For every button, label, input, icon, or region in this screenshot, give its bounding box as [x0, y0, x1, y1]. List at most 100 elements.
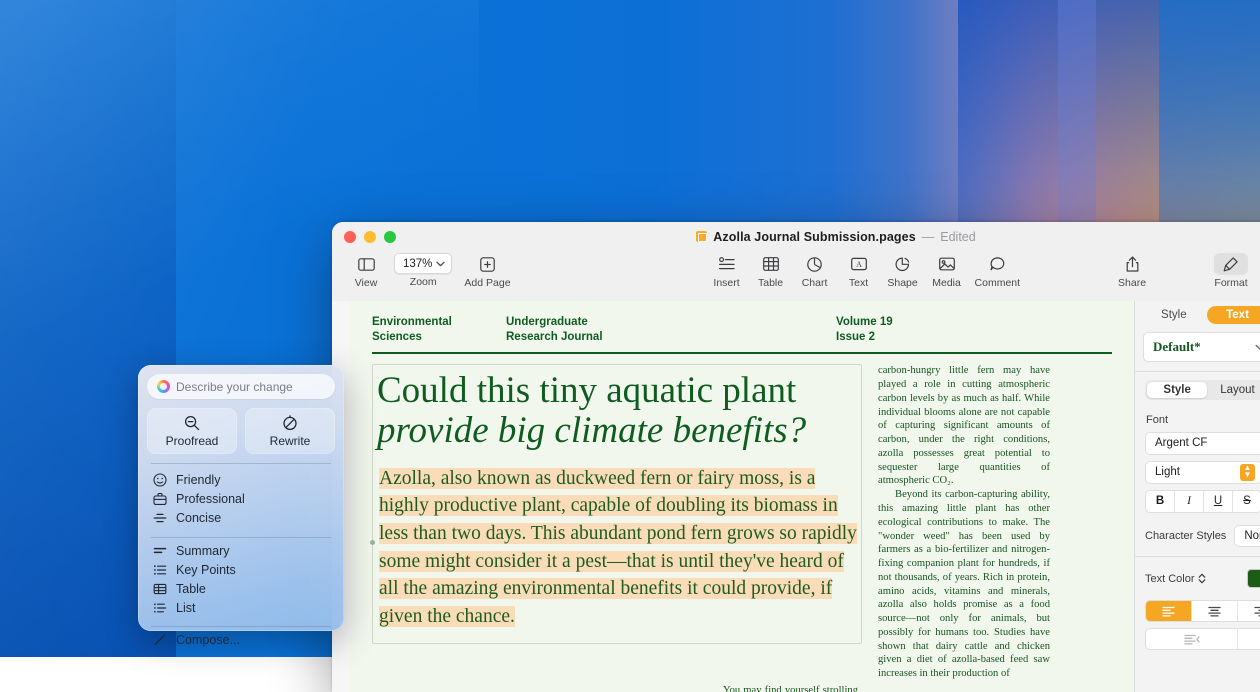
maximize-button[interactable] — [384, 231, 396, 243]
rewrite-label: Rewrite — [270, 434, 311, 448]
decrease-indent-button[interactable] — [1146, 629, 1238, 649]
font-weight-field[interactable]: Light ▲▼ — [1145, 461, 1260, 484]
headline-line-2: provide big climate benefits? — [377, 411, 859, 451]
divider — [151, 463, 331, 464]
close-button[interactable] — [344, 231, 356, 243]
comment-button[interactable]: Comment — [969, 253, 1027, 289]
concise-icon — [153, 511, 167, 525]
friendly-label: Friendly — [176, 473, 220, 487]
table-grid-icon — [153, 582, 167, 596]
insert-icon — [719, 253, 735, 275]
menu-item-summary[interactable]: Summary — [147, 541, 335, 560]
subtab-style[interactable]: Style — [1147, 382, 1207, 398]
chart-button[interactable]: Chart — [793, 253, 837, 289]
rewrite-button[interactable]: Rewrite — [245, 408, 335, 454]
font-family-field[interactable]: Argent CF ▲▼ — [1145, 432, 1260, 455]
zoom-pill[interactable]: 137% — [394, 253, 452, 274]
font-weight-size-row: Light ▲▼ 14.5 pt — [1135, 461, 1260, 484]
chevron-down-icon[interactable] — [1255, 344, 1260, 351]
subtab-layout[interactable]: Layout — [1207, 382, 1260, 398]
updown-chevron-icon[interactable] — [1198, 573, 1206, 584]
lede-text: Azolla, also known as duckweed fern or f… — [379, 468, 857, 627]
shape-label: Shape — [887, 277, 917, 289]
add-page-button[interactable]: Add Page — [458, 253, 516, 289]
character-styles-field[interactable]: None — [1234, 525, 1260, 547]
page-columns: Could this tiny aquatic plant provide bi… — [372, 364, 1112, 681]
toolbar-left-group: View 137% Zoom — [344, 253, 517, 289]
divider — [151, 626, 331, 627]
view-button[interactable]: View — [344, 253, 388, 289]
add-page-label: Add Page — [464, 277, 510, 289]
shape-button[interactable]: Shape — [881, 253, 925, 289]
character-styles-label: Character Styles — [1145, 530, 1226, 542]
align-right-button[interactable] — [1238, 601, 1260, 621]
menu-item-compose[interactable]: Compose... — [147, 631, 335, 650]
document-page[interactable]: Environmental Sciences Undergraduate Res… — [350, 301, 1134, 692]
text-color-row: Text Color — [1145, 569, 1260, 588]
svg-text:A: A — [856, 260, 862, 269]
left-column: Could this tiny aquatic plant provide bi… — [372, 364, 862, 681]
format-sidebar: Style Text Arrange Default* Update Style… — [1134, 301, 1260, 692]
chart-icon — [807, 253, 822, 275]
tab-text[interactable]: Text — [1207, 306, 1260, 324]
paragraph-indent-row — [1145, 628, 1260, 650]
traffic-lights — [344, 231, 396, 243]
middle-column[interactable]: You may find yourself strolling by a pon… — [706, 684, 858, 692]
menu-item-professional[interactable]: Professional — [147, 490, 335, 509]
zoom-control[interactable]: 137% Zoom — [388, 253, 458, 288]
document-button[interactable]: Docum — [1254, 253, 1260, 289]
tab-style[interactable]: Style — [1143, 306, 1205, 324]
right-column[interactable]: carbon-hungry little fern may have playe… — [878, 364, 1050, 681]
middle-column-paragraph: You may find yourself strolling by a pon… — [706, 684, 858, 692]
share-button[interactable]: Share — [1110, 253, 1154, 289]
shape-icon — [895, 253, 910, 275]
minimize-button[interactable] — [364, 231, 376, 243]
media-label: Media — [932, 277, 961, 289]
table-label: Table — [176, 582, 206, 596]
text-label: Text — [849, 277, 868, 289]
right-column-paragraph-1: carbon-hungry little fern may have playe… — [878, 364, 1050, 488]
format-button[interactable]: Format — [1208, 253, 1254, 289]
lede-paragraph[interactable]: Azolla, also known as duckweed fern or f… — [377, 465, 859, 631]
menu-item-list[interactable]: List — [147, 598, 335, 617]
menu-item-friendly[interactable]: Friendly — [147, 471, 335, 490]
menu-item-concise[interactable]: Concise — [147, 509, 335, 528]
underline-button[interactable]: U — [1204, 491, 1233, 512]
document-canvas[interactable]: Environmental Sciences Undergraduate Res… — [332, 301, 1134, 692]
writing-tools-actions: Proofread Rewrite — [147, 408, 335, 454]
menu-item-table[interactable]: Table — [147, 579, 335, 598]
align-center-button[interactable] — [1192, 601, 1238, 621]
masthead-center: Undergraduate Research Journal — [506, 315, 836, 345]
proofread-button[interactable]: Proofread — [147, 408, 237, 454]
insert-button[interactable]: Insert — [705, 253, 749, 289]
headline-selection-box[interactable]: Could this tiny aquatic plant provide bi… — [372, 364, 862, 643]
character-styles-value: None — [1244, 530, 1260, 542]
selection-handle[interactable] — [370, 540, 375, 545]
text-color-swatch[interactable] — [1247, 569, 1260, 588]
describe-change-input[interactable]: Describe your change — [147, 374, 335, 399]
window-titlebar[interactable]: Azolla Journal Submission.pages — Edited — [332, 222, 1260, 251]
menu-item-key-points[interactable]: Key Points — [147, 560, 335, 579]
bold-button[interactable]: B — [1146, 491, 1175, 512]
italic-button[interactable]: I — [1175, 491, 1204, 512]
writing-tools-popover: Describe your change Proofread Rewri — [138, 365, 344, 631]
increase-indent-button[interactable] — [1238, 629, 1260, 649]
paragraph-style-row[interactable]: Default* Update — [1143, 332, 1260, 362]
main-toolbar: View 137% Zoom — [332, 251, 1260, 301]
chart-label: Chart — [802, 277, 828, 289]
divider — [1135, 371, 1260, 372]
describe-change-placeholder: Describe your change — [176, 380, 293, 394]
table-button[interactable]: Table — [749, 253, 793, 289]
strikethrough-button[interactable]: S — [1233, 491, 1260, 512]
media-button[interactable]: Media — [925, 253, 969, 289]
sidebar-sub-tabs: Style Layout More — [1145, 380, 1260, 400]
summary-icon — [153, 544, 167, 558]
bottom-right-column — [878, 685, 1050, 692]
font-weight-stepper[interactable]: ▲▼ — [1240, 464, 1255, 481]
list-label: List — [176, 601, 195, 615]
professional-label: Professional — [176, 492, 245, 506]
headline-line-1: Could this tiny aquatic plant — [377, 370, 796, 411]
text-button[interactable]: A Text — [837, 253, 881, 289]
align-left-button[interactable] — [1146, 601, 1192, 621]
toolbar-right-group: Share Format D — [1110, 253, 1260, 289]
